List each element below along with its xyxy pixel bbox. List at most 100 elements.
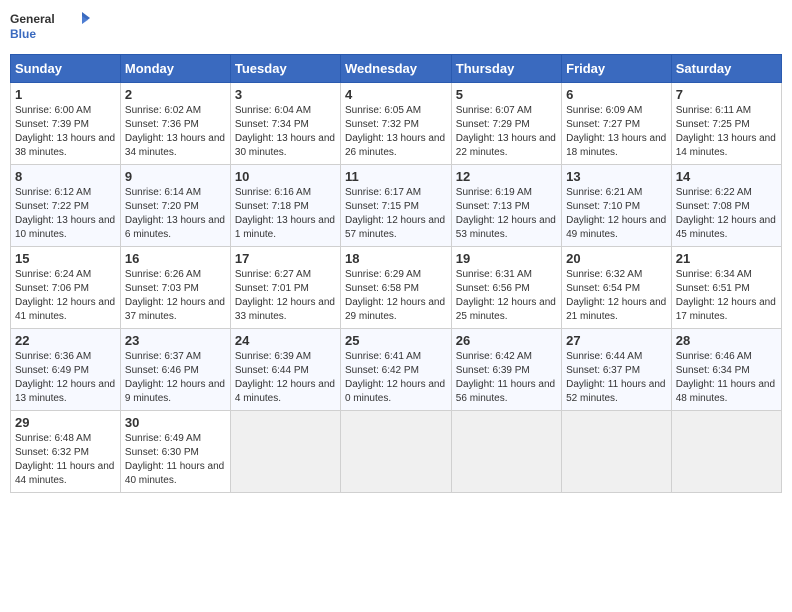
calendar-day-cell: 17 Sunrise: 6:27 AMSunset: 7:01 PMDaylig…: [230, 247, 340, 329]
calendar-day-cell: 6 Sunrise: 6:09 AMSunset: 7:27 PMDayligh…: [562, 83, 672, 165]
day-detail: Sunrise: 6:21 AMSunset: 7:10 PMDaylight:…: [566, 186, 667, 242]
day-number: 30: [125, 415, 226, 430]
day-detail: Sunrise: 6:16 AMSunset: 7:18 PMDaylight:…: [235, 186, 336, 242]
day-detail: Sunrise: 6:00 AMSunset: 7:39 PMDaylight:…: [15, 104, 116, 160]
day-number: 2: [125, 87, 226, 102]
day-number: 11: [345, 169, 447, 184]
calendar-day-cell: [671, 411, 781, 493]
day-number: 9: [125, 169, 226, 184]
calendar-day-cell: 7 Sunrise: 6:11 AMSunset: 7:25 PMDayligh…: [671, 83, 781, 165]
calendar-day-cell: 28 Sunrise: 6:46 AMSunset: 6:34 PMDaylig…: [671, 329, 781, 411]
calendar-day-cell: 26 Sunrise: 6:42 AMSunset: 6:39 PMDaylig…: [451, 329, 561, 411]
day-detail: Sunrise: 6:49 AMSunset: 6:30 PMDaylight:…: [125, 432, 226, 488]
calendar-header-row: SundayMondayTuesdayWednesdayThursdayFrid…: [11, 55, 782, 83]
calendar-day-cell: 21 Sunrise: 6:34 AMSunset: 6:51 PMDaylig…: [671, 247, 781, 329]
calendar-table: SundayMondayTuesdayWednesdayThursdayFrid…: [10, 54, 782, 493]
calendar-day-cell: 2 Sunrise: 6:02 AMSunset: 7:36 PMDayligh…: [120, 83, 230, 165]
day-detail: Sunrise: 6:04 AMSunset: 7:34 PMDaylight:…: [235, 104, 336, 160]
day-number: 8: [15, 169, 116, 184]
calendar-day-cell: 16 Sunrise: 6:26 AMSunset: 7:03 PMDaylig…: [120, 247, 230, 329]
calendar-day-cell: 5 Sunrise: 6:07 AMSunset: 7:29 PMDayligh…: [451, 83, 561, 165]
day-number: 16: [125, 251, 226, 266]
day-number: 1: [15, 87, 116, 102]
day-number: 19: [456, 251, 557, 266]
day-detail: Sunrise: 6:07 AMSunset: 7:29 PMDaylight:…: [456, 104, 557, 160]
day-detail: Sunrise: 6:39 AMSunset: 6:44 PMDaylight:…: [235, 350, 336, 406]
page-header: General Blue: [10, 10, 782, 46]
calendar-day-cell: 29 Sunrise: 6:48 AMSunset: 6:32 PMDaylig…: [11, 411, 121, 493]
logo-svg: General Blue: [10, 10, 90, 46]
calendar-header-monday: Monday: [120, 55, 230, 83]
calendar-day-cell: 18 Sunrise: 6:29 AMSunset: 6:58 PMDaylig…: [340, 247, 451, 329]
day-detail: Sunrise: 6:34 AMSunset: 6:51 PMDaylight:…: [676, 268, 777, 324]
calendar-day-cell: 19 Sunrise: 6:31 AMSunset: 6:56 PMDaylig…: [451, 247, 561, 329]
calendar-week-row: 8 Sunrise: 6:12 AMSunset: 7:22 PMDayligh…: [11, 165, 782, 247]
calendar-header-saturday: Saturday: [671, 55, 781, 83]
calendar-header-friday: Friday: [562, 55, 672, 83]
calendar-day-cell: 1 Sunrise: 6:00 AMSunset: 7:39 PMDayligh…: [11, 83, 121, 165]
day-detail: Sunrise: 6:27 AMSunset: 7:01 PMDaylight:…: [235, 268, 336, 324]
day-detail: Sunrise: 6:32 AMSunset: 6:54 PMDaylight:…: [566, 268, 667, 324]
calendar-header-tuesday: Tuesday: [230, 55, 340, 83]
day-number: 14: [676, 169, 777, 184]
calendar-day-cell: 13 Sunrise: 6:21 AMSunset: 7:10 PMDaylig…: [562, 165, 672, 247]
calendar-day-cell: 27 Sunrise: 6:44 AMSunset: 6:37 PMDaylig…: [562, 329, 672, 411]
day-number: 3: [235, 87, 336, 102]
day-number: 20: [566, 251, 667, 266]
day-detail: Sunrise: 6:14 AMSunset: 7:20 PMDaylight:…: [125, 186, 226, 242]
day-number: 4: [345, 87, 447, 102]
calendar-day-cell: 23 Sunrise: 6:37 AMSunset: 6:46 PMDaylig…: [120, 329, 230, 411]
day-detail: Sunrise: 6:17 AMSunset: 7:15 PMDaylight:…: [345, 186, 447, 242]
calendar-day-cell: 11 Sunrise: 6:17 AMSunset: 7:15 PMDaylig…: [340, 165, 451, 247]
day-number: 27: [566, 333, 667, 348]
calendar-week-row: 29 Sunrise: 6:48 AMSunset: 6:32 PMDaylig…: [11, 411, 782, 493]
calendar-day-cell: [230, 411, 340, 493]
day-detail: Sunrise: 6:11 AMSunset: 7:25 PMDaylight:…: [676, 104, 777, 160]
svg-text:Blue: Blue: [10, 27, 36, 41]
calendar-day-cell: 20 Sunrise: 6:32 AMSunset: 6:54 PMDaylig…: [562, 247, 672, 329]
calendar-week-row: 22 Sunrise: 6:36 AMSunset: 6:49 PMDaylig…: [11, 329, 782, 411]
day-detail: Sunrise: 6:29 AMSunset: 6:58 PMDaylight:…: [345, 268, 447, 324]
day-number: 13: [566, 169, 667, 184]
day-number: 21: [676, 251, 777, 266]
day-number: 15: [15, 251, 116, 266]
calendar-day-cell: 15 Sunrise: 6:24 AMSunset: 7:06 PMDaylig…: [11, 247, 121, 329]
calendar-header-sunday: Sunday: [11, 55, 121, 83]
calendar-day-cell: [562, 411, 672, 493]
day-number: 29: [15, 415, 116, 430]
calendar-day-cell: 9 Sunrise: 6:14 AMSunset: 7:20 PMDayligh…: [120, 165, 230, 247]
svg-text:General: General: [10, 12, 55, 26]
calendar-week-row: 1 Sunrise: 6:00 AMSunset: 7:39 PMDayligh…: [11, 83, 782, 165]
day-detail: Sunrise: 6:19 AMSunset: 7:13 PMDaylight:…: [456, 186, 557, 242]
calendar-day-cell: 3 Sunrise: 6:04 AMSunset: 7:34 PMDayligh…: [230, 83, 340, 165]
day-detail: Sunrise: 6:05 AMSunset: 7:32 PMDaylight:…: [345, 104, 447, 160]
calendar-day-cell: 8 Sunrise: 6:12 AMSunset: 7:22 PMDayligh…: [11, 165, 121, 247]
day-number: 5: [456, 87, 557, 102]
day-detail: Sunrise: 6:48 AMSunset: 6:32 PMDaylight:…: [15, 432, 116, 488]
day-detail: Sunrise: 6:26 AMSunset: 7:03 PMDaylight:…: [125, 268, 226, 324]
day-detail: Sunrise: 6:12 AMSunset: 7:22 PMDaylight:…: [15, 186, 116, 242]
calendar-day-cell: 10 Sunrise: 6:16 AMSunset: 7:18 PMDaylig…: [230, 165, 340, 247]
day-detail: Sunrise: 6:36 AMSunset: 6:49 PMDaylight:…: [15, 350, 116, 406]
calendar-header-wednesday: Wednesday: [340, 55, 451, 83]
day-number: 26: [456, 333, 557, 348]
day-number: 18: [345, 251, 447, 266]
calendar-day-cell: 12 Sunrise: 6:19 AMSunset: 7:13 PMDaylig…: [451, 165, 561, 247]
day-number: 7: [676, 87, 777, 102]
calendar-day-cell: 24 Sunrise: 6:39 AMSunset: 6:44 PMDaylig…: [230, 329, 340, 411]
day-number: 23: [125, 333, 226, 348]
calendar-day-cell: [451, 411, 561, 493]
calendar-header-thursday: Thursday: [451, 55, 561, 83]
day-number: 28: [676, 333, 777, 348]
day-number: 24: [235, 333, 336, 348]
day-number: 17: [235, 251, 336, 266]
day-detail: Sunrise: 6:24 AMSunset: 7:06 PMDaylight:…: [15, 268, 116, 324]
day-number: 25: [345, 333, 447, 348]
day-number: 22: [15, 333, 116, 348]
day-number: 12: [456, 169, 557, 184]
day-detail: Sunrise: 6:44 AMSunset: 6:37 PMDaylight:…: [566, 350, 667, 406]
day-detail: Sunrise: 6:22 AMSunset: 7:08 PMDaylight:…: [676, 186, 777, 242]
logo: General Blue: [10, 10, 90, 46]
day-number: 6: [566, 87, 667, 102]
day-detail: Sunrise: 6:02 AMSunset: 7:36 PMDaylight:…: [125, 104, 226, 160]
